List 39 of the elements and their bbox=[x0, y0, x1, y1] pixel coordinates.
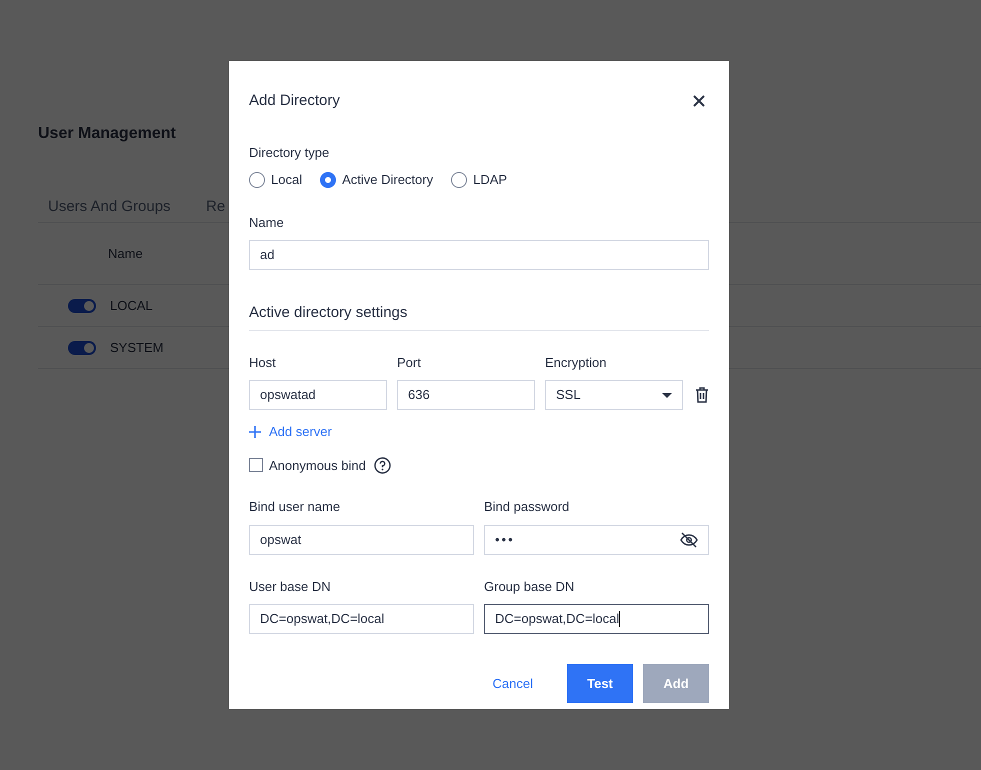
checkbox[interactable] bbox=[249, 458, 263, 472]
field-label: Name bbox=[249, 214, 285, 232]
field-label: Directory type bbox=[249, 144, 330, 162]
close-icon[interactable] bbox=[691, 93, 707, 109]
radio-option[interactable]: LDAP bbox=[451, 170, 508, 190]
table-cell-text: SYSTEM bbox=[110, 338, 164, 357]
input-field[interactable]: opswat bbox=[249, 524, 474, 554]
field-label: Bind user name bbox=[249, 498, 342, 516]
cancel-link[interactable]: Cancel bbox=[478, 664, 547, 703]
toggle-switch[interactable] bbox=[68, 340, 96, 354]
checkbox-label: Anonymous bind bbox=[269, 456, 366, 475]
table-cell-text: LOCAL bbox=[110, 296, 153, 315]
field-label: Encryption bbox=[545, 354, 608, 372]
add-server-link[interactable]: Add server bbox=[249, 422, 332, 442]
dropdown[interactable]: SSL bbox=[545, 380, 683, 410]
password-field[interactable]: ••• bbox=[484, 524, 709, 554]
plus-icon bbox=[249, 426, 261, 438]
caret-icon bbox=[662, 392, 672, 398]
field-label: Host bbox=[249, 354, 277, 372]
help-icon[interactable] bbox=[374, 456, 391, 474]
input-field[interactable]: ad bbox=[249, 240, 709, 270]
hidden-eye-icon[interactable] bbox=[680, 532, 698, 548]
button[interactable]: Test bbox=[567, 664, 633, 703]
field-label: Port bbox=[397, 354, 422, 372]
field-label: Bind password bbox=[484, 498, 570, 516]
field-label: Group base DN bbox=[484, 578, 576, 596]
radio-option[interactable]: Local bbox=[249, 170, 302, 190]
column-header: Name bbox=[108, 244, 143, 263]
section-title: Active directory settings bbox=[249, 302, 709, 330]
input-field[interactable]: opswatad bbox=[249, 380, 387, 410]
input-field[interactable]: DC=opswat,DC=local bbox=[484, 604, 709, 634]
input-field[interactable]: 636 bbox=[397, 380, 535, 410]
trash-icon[interactable] bbox=[695, 387, 709, 403]
field-label: User base DN bbox=[249, 578, 332, 596]
page-title: User Management bbox=[38, 124, 177, 144]
input-field[interactable]: DC=opswat,DC=local bbox=[249, 604, 474, 634]
radio-option[interactable]: Active Directory bbox=[320, 170, 434, 190]
toggle-switch[interactable] bbox=[68, 298, 96, 312]
dialog-title: Add Directory bbox=[249, 90, 340, 111]
